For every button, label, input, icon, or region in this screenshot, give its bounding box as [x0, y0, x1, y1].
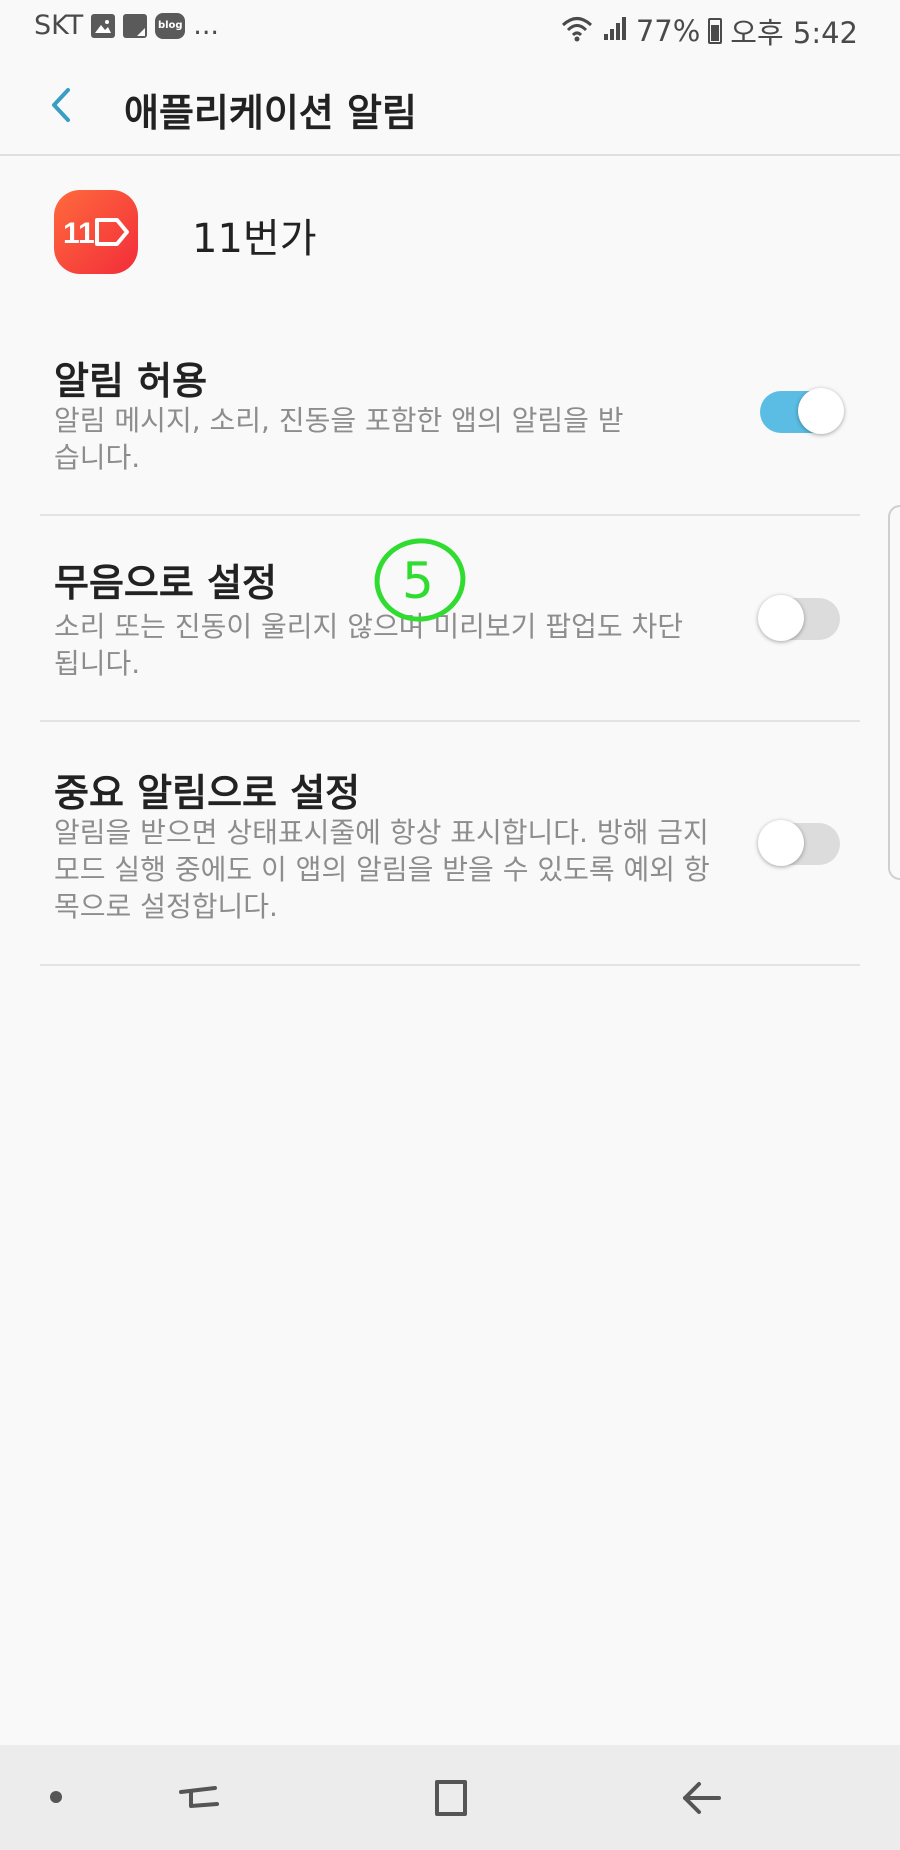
gallery-notification-icon [91, 13, 116, 38]
setting-title: 무음으로 설정 [54, 561, 277, 605]
chevron-left-icon [52, 88, 70, 122]
carrier-label: SKT [34, 10, 84, 41]
setting-description: 알림을 받으면 상태표시줄에 항상 표시합니다. 방해 금지 모드 실행 중에도… [54, 816, 710, 923]
nav-hide-dot[interactable] [50, 1791, 62, 1803]
setting-priority[interactable]: 중요 알림으로 설정 알림을 받으면 상태표시줄에 항상 표시합니다. 방해 금… [40, 722, 860, 966]
toggle-knob [758, 595, 804, 641]
back-button[interactable] [36, 80, 86, 130]
page-title: 애플리케이션 알림 [124, 91, 417, 135]
setting-allow-notifications[interactable]: 알림 허용 알림 메시지, 소리, 진동을 포함한 앱의 알림을 받습니다. [40, 330, 860, 516]
back-arrow-icon [683, 1782, 721, 1814]
signal-icon [602, 14, 628, 49]
more-notifications-indicator: ... [193, 10, 219, 41]
priority-toggle[interactable] [758, 820, 840, 866]
status-bar-right: 77% 오후 5:42 [560, 10, 858, 52]
allow-notifications-toggle[interactable] [760, 388, 844, 434]
setting-title: 알림 허용 [54, 359, 208, 403]
handwritten-annotation: 5 [374, 538, 466, 622]
toggle-knob [798, 388, 844, 434]
setting-description: 알림 메시지, 소리, 진동을 포함한 앱의 알림을 받습니다. [54, 404, 624, 474]
clock: 오후 5:42 [730, 16, 858, 50]
battery-icon [708, 18, 723, 44]
annotation-text: 5 [402, 552, 434, 610]
setting-title: 중요 알림으로 설정 [54, 771, 361, 815]
blog-notification-icon: blog [155, 12, 186, 39]
wifi-icon [560, 14, 594, 49]
edge-panel-handle[interactable] [888, 505, 900, 880]
status-bar-left: SKT blog ... [34, 10, 219, 41]
recents-icon [179, 1786, 219, 1808]
home-icon [435, 1780, 467, 1816]
battery-percent: 77% [635, 14, 701, 48]
back-nav-button[interactable] [678, 1773, 728, 1823]
app-bar: 애플리케이션 알림 [0, 56, 900, 156]
recents-button[interactable] [174, 1773, 224, 1823]
navigation-bar [0, 1745, 900, 1850]
app-name: 11번가 [192, 216, 317, 262]
app-icon-label: 11 [63, 217, 95, 250]
app-icon: 11 [54, 190, 138, 274]
home-button[interactable] [426, 1773, 476, 1823]
status-bar: SKT blog ... 77% 오후 5:42 [0, 0, 900, 56]
silent-toggle[interactable] [758, 595, 840, 641]
toggle-knob [758, 820, 804, 866]
memo-notification-icon [123, 13, 148, 38]
